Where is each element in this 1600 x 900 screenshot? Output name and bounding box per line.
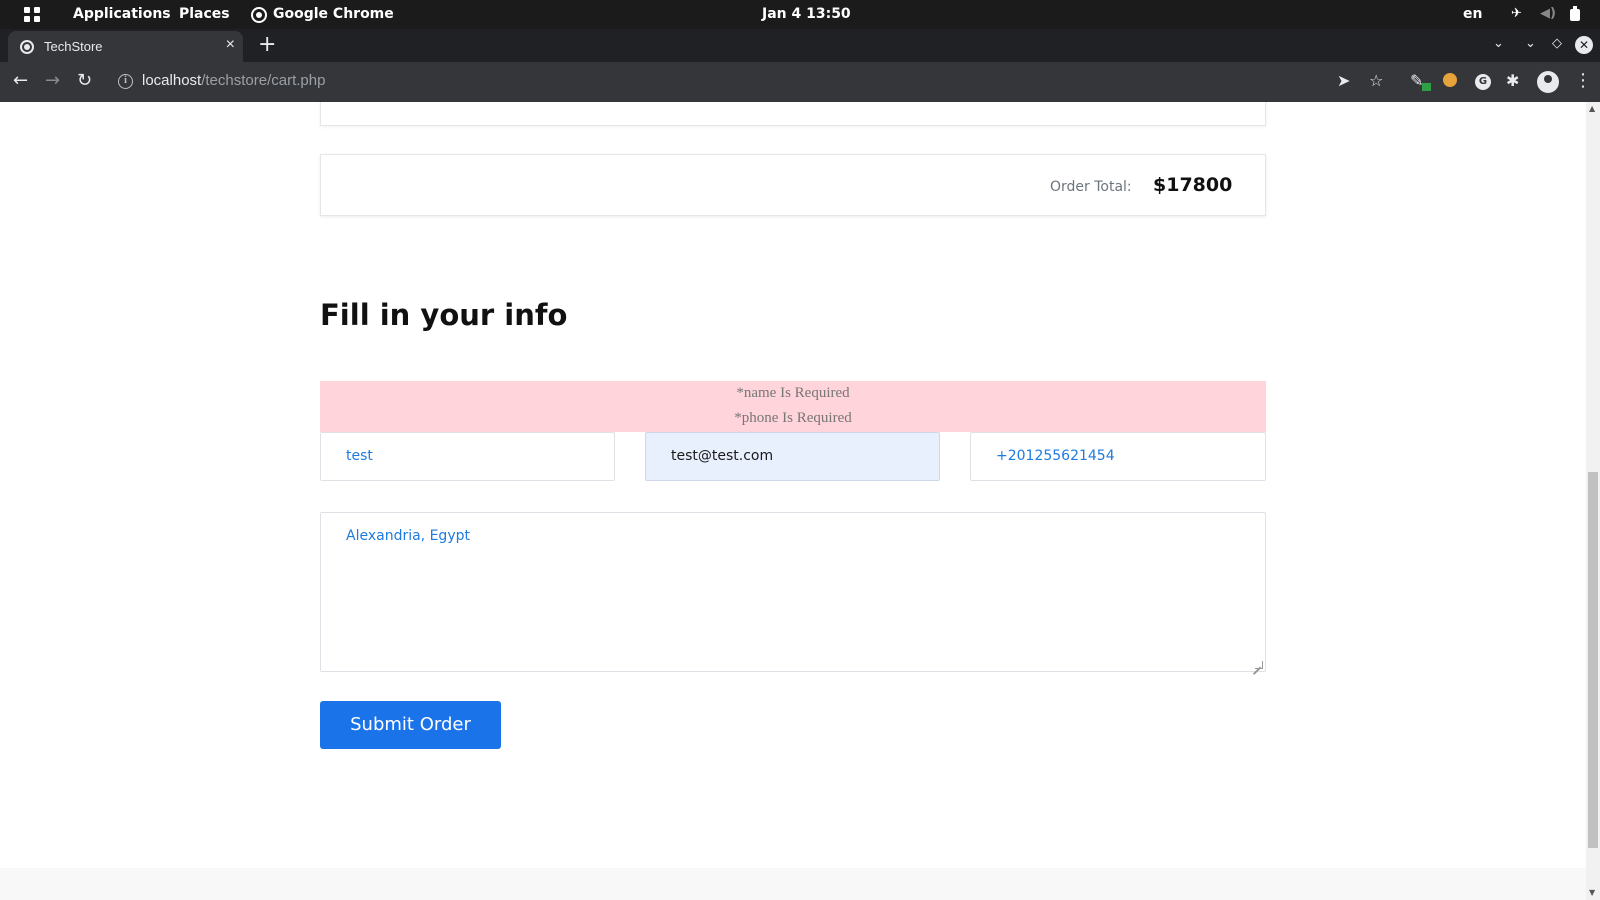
site-info-icon[interactable]: i — [118, 74, 133, 89]
tab-techstore[interactable]: TechStore × — [8, 31, 243, 62]
submit-order-button[interactable]: Submit Order — [320, 701, 501, 749]
page-footer — [0, 868, 1586, 900]
extension-badge — [1422, 83, 1431, 91]
applications-menu[interactable]: Applications — [73, 6, 171, 22]
volume-icon[interactable]: ◀) — [1540, 6, 1556, 21]
order-total-card: Order Total: $17800 — [320, 154, 1266, 216]
tab-strip: TechStore × + ⌄ ⌄ ◇ ✕ — [0, 29, 1600, 62]
address-text: Alexandria, Egypt — [346, 528, 470, 544]
tab-close-icon[interactable]: × — [226, 36, 235, 54]
phone-input[interactable]: +201255621454 — [970, 432, 1266, 481]
extension-circle-icon[interactable]: G — [1475, 74, 1491, 90]
address-bar[interactable]: localhost/techstore/cart.php — [142, 72, 325, 89]
clock[interactable]: Jan 4 13:50 — [762, 6, 851, 22]
scroll-down-icon[interactable]: ▼ — [1589, 888, 1595, 897]
language-indicator[interactable]: en — [1463, 6, 1482, 22]
globe-icon — [20, 40, 34, 54]
error-name-required: *name Is Required — [736, 385, 850, 401]
scroll-up-icon[interactable]: ▲ — [1589, 104, 1595, 113]
name-input[interactable]: test — [320, 432, 615, 481]
menu-icon[interactable]: ⋮ — [1574, 70, 1592, 91]
send-icon[interactable]: ➤ — [1337, 71, 1350, 90]
chrome-icon — [251, 7, 267, 23]
url-path: /techstore/cart.php — [201, 72, 326, 89]
address-textarea[interactable]: Alexandria, Egypt — [320, 512, 1266, 672]
scroll-thumb[interactable] — [1588, 472, 1598, 848]
reload-icon[interactable]: ↻ — [77, 70, 92, 91]
page-viewport: Order Total: $17800 Fill in your info *n… — [0, 102, 1586, 900]
extension-orange-icon[interactable] — [1443, 73, 1457, 87]
system-top-bar: Applications Places Google Chrome Jan 4 … — [0, 0, 1600, 29]
error-phone-required: *phone Is Required — [734, 410, 852, 426]
back-icon[interactable]: ← — [13, 70, 28, 91]
battery-icon[interactable] — [1570, 6, 1580, 21]
places-menu[interactable]: Places — [179, 6, 230, 22]
new-tab-button[interactable]: + — [258, 32, 276, 57]
star-icon[interactable]: ☆ — [1369, 71, 1383, 90]
window-close-icon[interactable]: ✕ — [1575, 36, 1593, 54]
profile-icon[interactable] — [1537, 71, 1559, 93]
vertical-scrollbar[interactable]: ▲ ▼ — [1586, 102, 1600, 900]
email-input[interactable]: test@test.com — [645, 432, 940, 481]
active-app-menu[interactable]: Google Chrome — [273, 6, 394, 22]
app-grid-icon[interactable] — [24, 7, 41, 23]
tab-title: TechStore — [44, 39, 103, 54]
forward-icon[interactable]: → — [45, 70, 60, 91]
tab-search-icon[interactable]: ⌄ — [1493, 36, 1504, 51]
order-total-value: $17800 — [1153, 174, 1233, 196]
section-title: Fill in your info — [320, 298, 568, 332]
url-host: localhost — [142, 72, 202, 89]
puzzle-icon[interactable]: ✱ — [1506, 71, 1519, 90]
airplane-icon[interactable]: ✈ — [1511, 6, 1522, 21]
resize-handle[interactable] — [1255, 661, 1263, 669]
maximize-icon[interactable]: ◇ — [1552, 36, 1562, 51]
browser-toolbar: ← → ↻ i localhost/techstore/cart.php ➤ ☆… — [0, 62, 1600, 102]
validation-alert: *name Is Required *phone Is Required — [320, 381, 1266, 432]
order-total-label: Order Total: — [1050, 179, 1132, 195]
cart-items-card — [320, 102, 1266, 126]
minimize-icon[interactable]: ⌄ — [1525, 36, 1536, 51]
